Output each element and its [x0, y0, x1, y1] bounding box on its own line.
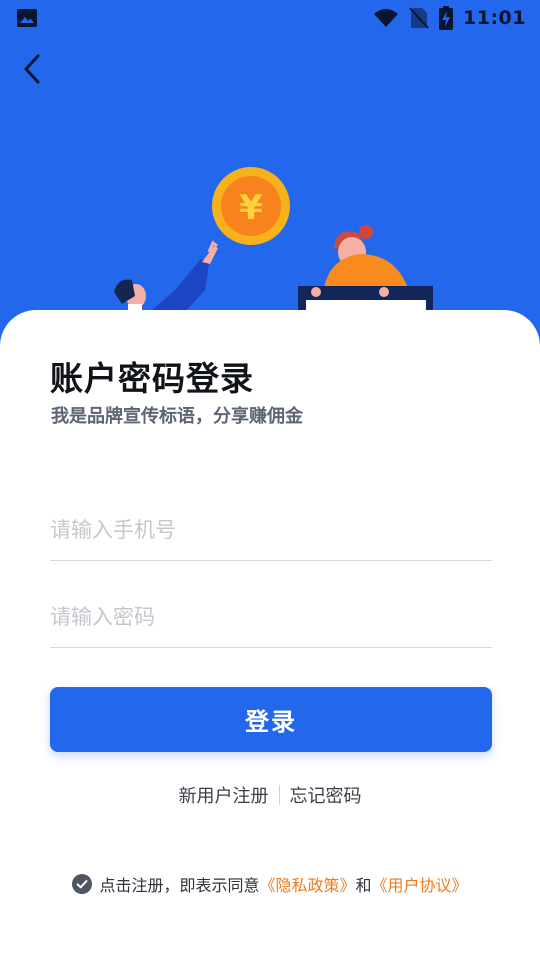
battery-charging-icon [439, 6, 454, 30]
register-link[interactable]: 新用户注册 [179, 782, 269, 808]
user-agreement-link[interactable]: 《用户协议》 [372, 872, 468, 896]
chevron-left-icon[interactable] [14, 50, 50, 88]
no-sim-icon [409, 7, 429, 29]
status-bar: 11:01 [0, 0, 540, 36]
agreement-conjunction: 和 [355, 876, 372, 895]
link-divider [278, 785, 280, 805]
coin-symbol: ¥ [239, 188, 263, 228]
login-button[interactable]: 登录 [50, 687, 492, 752]
login-screen: ¥ 11:01 账户密码登录 我是品牌宣传标语，分享赚佣金 请输入手机号 登录 … [0, 0, 540, 960]
wifi-icon [374, 9, 399, 27]
privacy-policy-link[interactable]: 《隐私政策》 [259, 872, 355, 896]
forgot-password-link[interactable]: 忘记密码 [290, 782, 362, 808]
phone-field [50, 500, 492, 561]
status-time: 11:01 [463, 7, 526, 29]
man-figure [114, 240, 218, 314]
woman-figure [298, 225, 433, 316]
agreement-text: 点击注册，即表示同意 [99, 876, 260, 895]
brand-slogan: 我是品牌宣传标语，分享赚佣金 [51, 406, 303, 427]
phone-input[interactable] [50, 500, 492, 560]
account-links: 新用户注册 忘记密码 [0, 782, 540, 808]
status-right: 11:01 [373, 5, 526, 31]
login-card: 账户密码登录 我是品牌宣传标语，分享赚佣金 登录 新用户注册 忘记密码 点击注册… [0, 310, 540, 960]
coin-icon: ¥ [212, 167, 290, 245]
page-title: 账户密码登录 [50, 359, 254, 398]
password-field [50, 587, 492, 648]
image-icon [17, 9, 37, 27]
agreement-row: 点击注册，即表示同意 《隐私政策》 和 《用户协议》 [0, 872, 540, 896]
check-circle-icon[interactable] [72, 874, 93, 894]
password-input[interactable] [50, 587, 492, 647]
hero-illustration: ¥ [114, 167, 433, 316]
